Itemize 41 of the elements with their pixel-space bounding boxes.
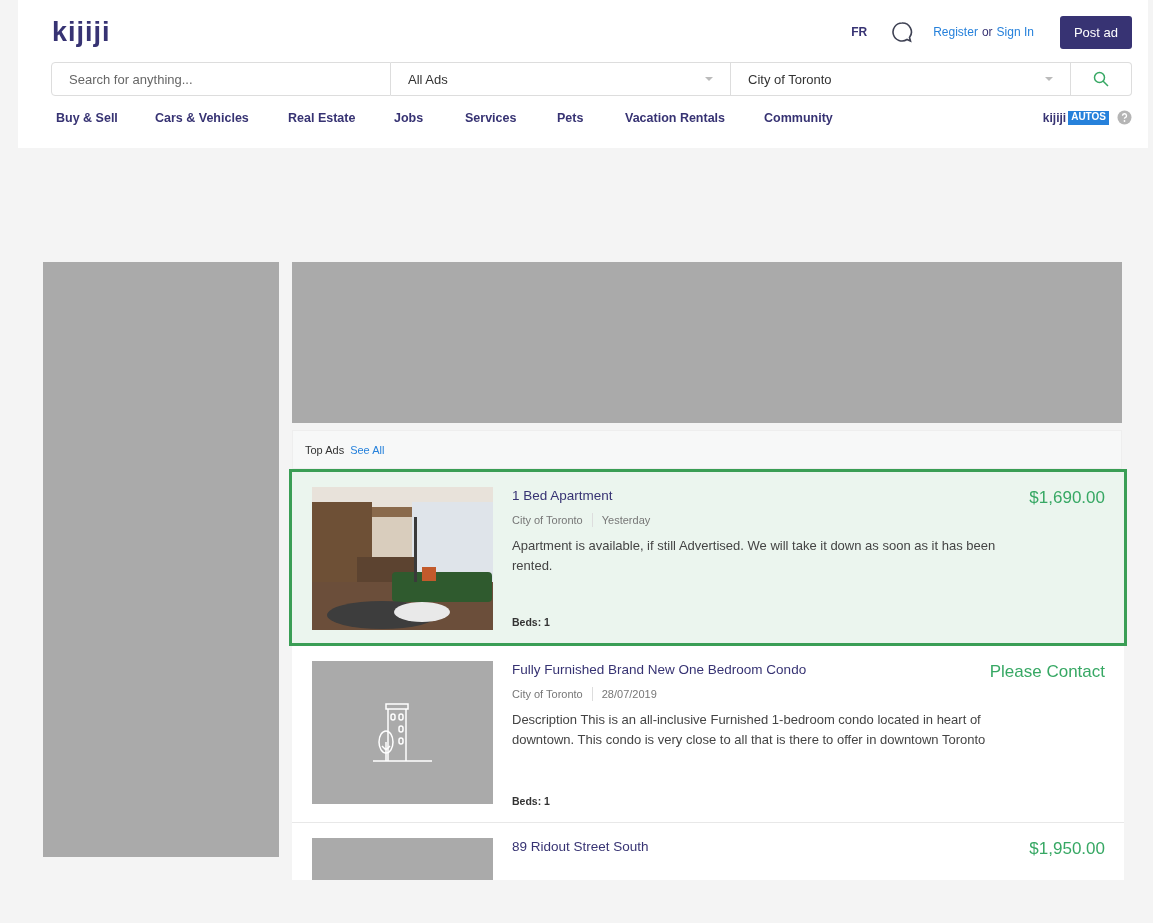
- listing-price: $1,690.00: [1029, 488, 1105, 509]
- listing-price: $1,950.00: [1029, 839, 1105, 860]
- post-ad-button[interactable]: Post ad: [1059, 15, 1132, 49]
- location-dropdown[interactable]: City of Toronto: [731, 62, 1071, 96]
- kijiji-logo[interactable]: kijiji: [52, 16, 111, 48]
- search-icon: [1093, 71, 1109, 87]
- nav-link[interactable]: Services: [465, 110, 557, 125]
- listing-title[interactable]: 89 Ridout Street South: [512, 839, 1030, 854]
- nav-link[interactable]: Jobs: [394, 110, 465, 125]
- language-link[interactable]: FR: [851, 25, 868, 39]
- nav-link[interactable]: Vacation Rentals: [625, 110, 764, 125]
- chat-icon[interactable]: [891, 21, 914, 43]
- beds-count: Beds: 1: [512, 616, 551, 628]
- listing-description: Apartment is available, if still Advertised. We will take it down as soon as it has been rented.: [512, 537, 997, 575]
- listing-card[interactable]: 89 Ridout Street South $1,950.00: [292, 823, 1124, 880]
- top-ads-label: Top Ads: [305, 443, 345, 456]
- nav-link[interactable]: Community: [764, 110, 833, 125]
- search-field[interactable]: Search for anything...: [51, 62, 391, 96]
- register-link[interactable]: Register: [933, 25, 978, 39]
- listing-title[interactable]: 1 Bed Apartment: [512, 488, 1030, 503]
- nav-link[interactable]: Cars & Vehicles: [155, 110, 288, 125]
- listing-title[interactable]: Fully Furnished Brand New One Bedroom Condo: [512, 662, 990, 677]
- listing-date: Yesterday: [601, 514, 651, 526]
- sign-in-link[interactable]: Sign In: [996, 25, 1034, 39]
- search-button[interactable]: [1071, 62, 1132, 96]
- help-icon[interactable]: [1117, 110, 1132, 125]
- category-dropdown[interactable]: All Ads: [391, 62, 731, 96]
- nav-link[interactable]: Real Estate: [288, 110, 394, 125]
- see-all-link[interactable]: See All: [350, 443, 385, 456]
- listing-card[interactable]: 1 Bed Apartment City of Toronto Yesterday Apartment is available, if still Advertised. We will take it down as soon as it has been rented. Beds: 1 $1,690.00: [289, 469, 1127, 646]
- nav-link[interactable]: Pets: [557, 110, 625, 125]
- nav-link[interactable]: Buy & Sell: [56, 110, 155, 125]
- listing-price: Please Contact: [989, 662, 1105, 683]
- listing-location: City of Toronto: [512, 514, 583, 526]
- listing-description: Description This is an all-inclusive Furnished 1-bedroom condo located in heart of downtown. This condo is very close to all that is there to offer in downtown Toronto: [512, 711, 987, 749]
- beds-count: Beds: 1: [512, 795, 551, 807]
- listing-date: 28/07/2019: [601, 688, 657, 700]
- listing-location: City of Toronto: [512, 688, 583, 700]
- building-icon: [371, 701, 434, 764]
- listing-card[interactable]: [292, 646, 1124, 823]
- or-text: or: [981, 25, 993, 39]
